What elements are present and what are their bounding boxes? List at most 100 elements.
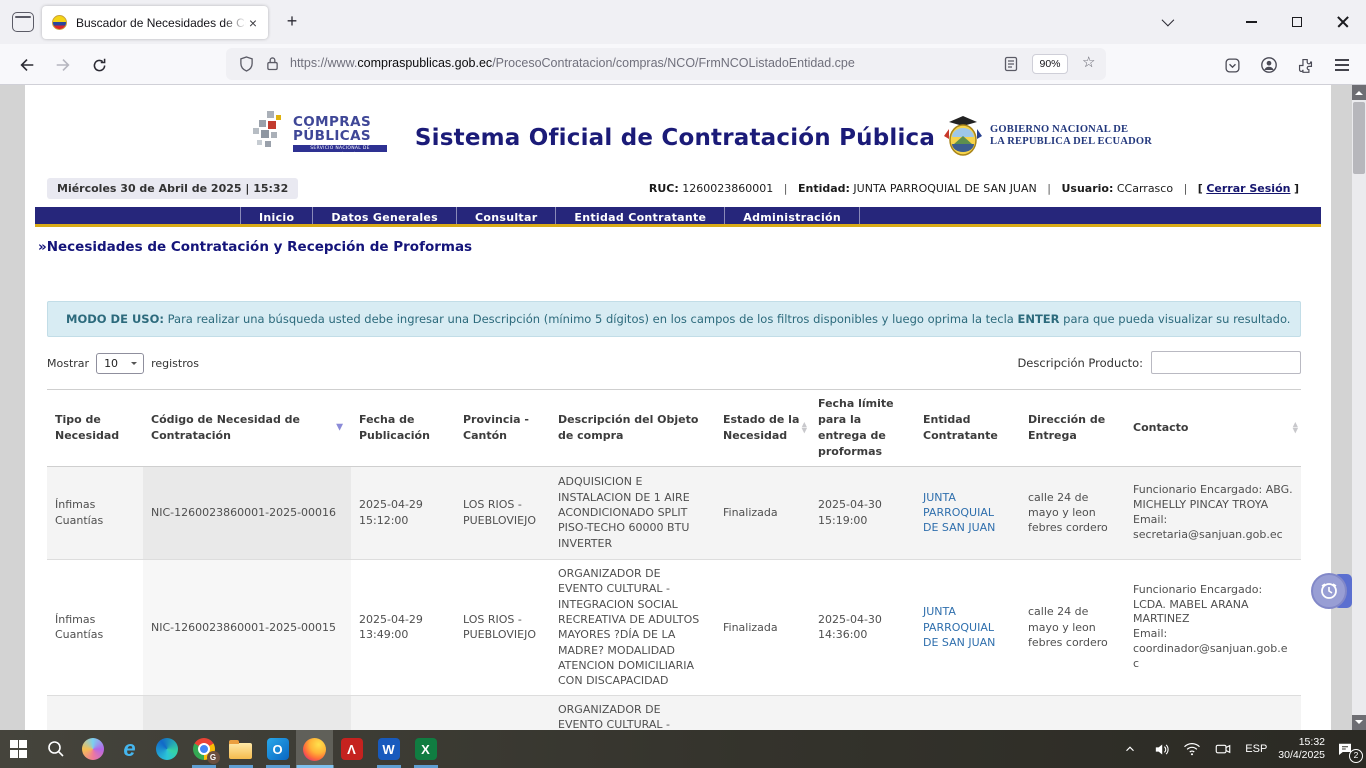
windows-logo-icon (10, 740, 28, 758)
taskbar-copilot-button[interactable] (74, 730, 111, 768)
cell-direccion: calle 24 de mayo y leon febres cordero (1020, 559, 1125, 695)
window-maximize-button[interactable] (1282, 11, 1312, 33)
nav-item-inicio[interactable]: Inicio (240, 207, 312, 224)
cell-codigo (143, 695, 351, 730)
account-icon[interactable] (1258, 54, 1280, 76)
start-button[interactable] (0, 730, 37, 768)
column-header-fecha-publicacion[interactable]: Fecha de Publicación (351, 390, 455, 467)
tracking-shield-icon[interactable] (239, 56, 254, 77)
reader-view-icon[interactable] (1004, 56, 1018, 77)
table-row: Ínfimas Cuantías NIC-1260023860001-2025-… (47, 559, 1301, 695)
column-header-fecha-limite[interactable]: Fecha límite para la entrega de proforma… (810, 390, 915, 467)
taskbar-file-explorer-button[interactable] (222, 730, 259, 768)
url-bar[interactable]: https://www.compraspublicas.gob.ec/Proce… (226, 48, 1106, 80)
column-header-tipo[interactable]: Tipo de Necesidad (47, 390, 143, 467)
taskbar-internet-explorer-button[interactable]: e (111, 730, 148, 768)
cell-tipo: Ínfimas Cuantías (47, 466, 143, 559)
nav-item-entidad-contratante[interactable]: Entidad Contratante (555, 207, 724, 224)
chrome-icon: G (193, 738, 215, 760)
browser-tab-bar: Buscador de Necesidades de Co × + (0, 0, 1366, 44)
nav-item-administracion[interactable]: Administración (724, 207, 860, 224)
tray-show-hidden-icons-button[interactable] (1119, 738, 1141, 760)
scroll-up-arrow[interactable] (1352, 85, 1366, 100)
site-favicon-icon (52, 15, 67, 30)
scrollbar-thumb[interactable] (1353, 102, 1365, 174)
column-header-descripcion[interactable]: Descripción del Objeto de compra (550, 390, 715, 467)
pocket-save-icon[interactable] (1221, 54, 1243, 76)
tray-volume-button[interactable] (1150, 738, 1172, 760)
cell-fecha-limite: 2025-04-30 15:19:00 (810, 466, 915, 559)
taskbar-word-button[interactable]: W (370, 730, 407, 768)
column-header-provincia[interactable]: Provincia - Cantón (455, 390, 550, 467)
extension-clock-widget[interactable] (1311, 573, 1347, 609)
column-header-contacto[interactable]: Contacto▲▼ (1125, 390, 1301, 467)
file-explorer-icon (229, 743, 252, 759)
product-filter-input[interactable] (1151, 351, 1301, 374)
forward-button[interactable] (50, 52, 76, 78)
lock-icon[interactable] (266, 56, 279, 76)
cell-provincia: LOS RIOS - PUEBLOVIEJO (455, 559, 550, 695)
cell-fecha-publicacion (351, 695, 455, 730)
back-button[interactable] (14, 52, 40, 78)
entity-link[interactable]: JUNTA PARROQUIAL DE SAN JUAN (923, 491, 995, 535)
zoom-level-indicator[interactable]: 90% (1032, 54, 1068, 74)
scroll-down-arrow[interactable] (1352, 715, 1366, 730)
compras-publicas-logo-mark (253, 111, 287, 151)
column-header-entidad[interactable]: Entidad Contratante (915, 390, 1020, 467)
cell-contacto: Funcionario Encargado: LCDA. (1125, 695, 1301, 730)
column-header-estado[interactable]: Estado de la Necesidad▲▼ (715, 390, 810, 467)
column-header-direccion[interactable]: Dirección de Entrega (1020, 390, 1125, 467)
tray-wifi-button[interactable] (1181, 738, 1203, 760)
nav-item-datos-generales[interactable]: Datos Generales (312, 207, 456, 224)
clock-icon (1319, 581, 1339, 601)
list-all-tabs-icon[interactable] (1158, 14, 1176, 28)
show-prefix-label: Mostrar (47, 357, 89, 370)
cell-direccion: calle 24 de (1020, 695, 1125, 730)
cell-estado: Finalizada (715, 466, 810, 559)
user-value: CCarrasco (1117, 182, 1173, 195)
cell-codigo: NIC-1260023860001-2025-00016 (143, 466, 351, 559)
chevron-up-icon (1123, 742, 1137, 756)
taskbar-outlook-button[interactable]: O (259, 730, 296, 768)
firefox-view-icon[interactable] (12, 12, 34, 32)
tray-notification-button[interactable]: 2 (1334, 738, 1356, 760)
cell-descripcion: ORGANIZADOR DE EVENTO CULTURAL - INTEGRA… (550, 695, 715, 730)
extensions-icon[interactable] (1294, 54, 1316, 76)
taskbar-firefox-button[interactable] (296, 730, 333, 768)
tray-clock[interactable]: 15:32 30/4/2025 (1278, 736, 1325, 762)
tray-meet-now-button[interactable] (1212, 738, 1234, 760)
cell-codigo: NIC-1260023860001-2025-00015 (143, 559, 351, 695)
taskbar-search-button[interactable] (37, 730, 74, 768)
menu-hamburger-icon[interactable] (1331, 54, 1353, 76)
taskbar-acrobat-button[interactable]: Λ (333, 730, 370, 768)
table-row: ORGANIZADOR DE EVENTO CULTURAL - INTEGRA… (47, 695, 1301, 730)
nav-item-consultar[interactable]: Consultar (456, 207, 555, 224)
camera-icon (1214, 740, 1232, 758)
taskbar-edge-button[interactable] (148, 730, 185, 768)
reload-button[interactable] (86, 52, 112, 78)
records-per-page-select[interactable]: 10 (96, 353, 144, 374)
browser-tab[interactable]: Buscador de Necesidades de Co × (42, 6, 268, 39)
window-close-button[interactable] (1328, 11, 1358, 33)
cell-provincia: LOS RIOS - PUEBLOVIEJO (455, 466, 550, 559)
taskbar-chrome-button[interactable]: G (185, 730, 222, 768)
window-minimize-button[interactable] (1236, 11, 1266, 33)
column-header-codigo[interactable]: Código de Necesidad de Contratación▼ (143, 390, 351, 467)
vertical-scrollbar[interactable] (1352, 85, 1366, 730)
cell-entidad: JUNTA PARROQUIAL DE SAN JUAN (915, 559, 1020, 695)
firefox-icon (303, 738, 326, 761)
entity-link[interactable]: JUNTA PARROQUIAL DE SAN JUAN (923, 605, 995, 649)
system-tray: ESP 15:32 30/4/2025 2 (1119, 736, 1366, 762)
taskbar-excel-button[interactable]: X (407, 730, 444, 768)
show-suffix-label: registros (151, 357, 199, 370)
page-viewport: COMPRASPÚBLICAS SERVICIO NACIONAL DE CON… (0, 85, 1366, 730)
tray-language-indicator[interactable]: ESP (1243, 743, 1269, 755)
section-heading: »Necesidades de Contratación y Recepción… (38, 239, 472, 255)
logout-link[interactable]: Cerrar Sesión (1206, 182, 1290, 195)
cell-direccion: calle 24 de mayo y leon febres cordero (1020, 466, 1125, 559)
bookmark-star-icon[interactable]: ☆ (1082, 53, 1095, 71)
new-tab-button[interactable]: + (280, 10, 304, 34)
tab-title: Buscador de Necesidades de Co (76, 16, 246, 30)
url-text: https://www.compraspublicas.gob.ec/Proce… (290, 56, 855, 70)
tab-close-icon[interactable]: × (246, 16, 260, 30)
